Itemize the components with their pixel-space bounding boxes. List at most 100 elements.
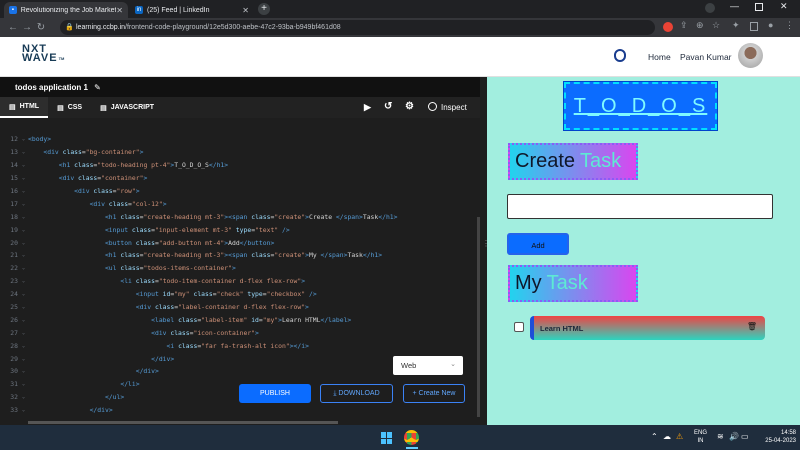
bookmark-star-icon[interactable]: ☆ bbox=[712, 20, 720, 31]
code-line[interactable]: 17 ⌄ <div class="col-12"> bbox=[0, 197, 470, 210]
tab-search-icon[interactable] bbox=[705, 3, 715, 13]
minimize-icon[interactable]: — bbox=[730, 1, 739, 11]
code-line[interactable]: 31 ⌄ </li> bbox=[0, 378, 470, 391]
code-line[interactable]: 28 ⌄ <i class="far fa-trash-alt icon"></i… bbox=[0, 339, 470, 352]
address-bar[interactable]: 🔒 learning.ccbp.in/frontend-code-playgro… bbox=[60, 20, 655, 35]
code-line[interactable]: 24 ⌄ <input id="my" class="check" type="c… bbox=[0, 288, 470, 301]
back-icon[interactable]: ← bbox=[6, 22, 20, 33]
line-number: 25 bbox=[10, 303, 18, 312]
warning-icon[interactable]: ⚠ bbox=[676, 432, 683, 441]
share-icon[interactable]: ⇪ bbox=[680, 20, 688, 31]
site-favicon-icon: ▪ bbox=[9, 6, 17, 14]
browser-tab-1[interactable]: ▪ Revolutionizing the Job Market | ✕ bbox=[4, 2, 128, 18]
timer-icon[interactable] bbox=[614, 49, 626, 62]
battery-icon[interactable]: ▭ bbox=[741, 432, 749, 441]
code-text: <input id="my" class="check" type="check… bbox=[135, 290, 317, 299]
create-new-button[interactable]: + Create New bbox=[403, 384, 465, 403]
code-line[interactable]: 14 ⌄ <h1 class="todo-heading pt-4">T_O_D_… bbox=[0, 159, 470, 172]
google-icon[interactable] bbox=[663, 22, 673, 32]
code-line[interactable]: 13 ⌄ <div class="bg-container"> bbox=[0, 146, 470, 159]
cloud-icon[interactable]: ☁ bbox=[663, 432, 671, 441]
line-number: 24 bbox=[10, 290, 18, 299]
project-title: todos application 1 bbox=[15, 83, 88, 92]
chevron-up-icon[interactable]: ⌃ bbox=[651, 432, 658, 441]
code-line[interactable]: 27 ⌄ <div class="icon-container"> bbox=[0, 326, 470, 339]
code-line[interactable]: 21 ⌄ <h1 class="create-heading mt-3"><spa… bbox=[0, 249, 470, 262]
avatar[interactable] bbox=[738, 43, 763, 68]
forward-icon[interactable]: → bbox=[20, 22, 34, 33]
line-number: 23 bbox=[10, 277, 18, 286]
todo-checkbox[interactable] bbox=[514, 322, 524, 332]
horizontal-scrollbar[interactable] bbox=[28, 421, 338, 424]
todo-heading-box: T_O_D_O_S bbox=[563, 81, 718, 131]
code-line[interactable]: 25 ⌄ <div class="label-container d-flex f… bbox=[0, 301, 470, 314]
clock[interactable]: 14:58 25-04-2023 bbox=[756, 429, 796, 445]
sidepanel-icon[interactable] bbox=[750, 22, 758, 31]
download-icon: ⤓ bbox=[333, 390, 337, 397]
volume-icon[interactable]: 🔊 bbox=[729, 432, 739, 441]
user-name[interactable]: Pavan Kumar bbox=[680, 52, 732, 62]
code-line[interactable]: 33 ⌄ </div> bbox=[0, 404, 470, 417]
url-path: /frontend-code-playground/12e5d300-aebe-… bbox=[125, 24, 341, 31]
trash-icon[interactable]: 🗑 bbox=[747, 322, 757, 331]
browser-tab-title: (25) Feed | LinkedIn bbox=[147, 6, 210, 14]
new-tab-button[interactable]: + bbox=[258, 3, 270, 15]
nxtwave-logo[interactable]: NXT WAVE TM bbox=[22, 44, 64, 64]
code-line[interactable]: 20 ⌄ <button class="add-button mt-4">Add<… bbox=[0, 236, 470, 249]
extensions-icon[interactable]: ✦ bbox=[732, 20, 740, 31]
tab-label: CSS bbox=[67, 104, 83, 111]
code-line[interactable]: 12 ⌄ <body> bbox=[0, 133, 470, 146]
publish-button[interactable]: PUBLISH bbox=[239, 384, 311, 403]
panel-splitter[interactable]: ⋮ bbox=[480, 77, 490, 425]
language-select-value: Web bbox=[401, 361, 417, 370]
settings-gear-icon[interactable]: ⚙ bbox=[405, 101, 414, 112]
run-play-icon[interactable]: ▶ bbox=[364, 102, 371, 113]
reset-icon[interactable]: ↺ bbox=[384, 101, 392, 112]
region-code: IN bbox=[697, 438, 704, 444]
language-select[interactable]: Web ⌄ bbox=[393, 356, 463, 375]
maximize-icon[interactable] bbox=[755, 3, 763, 11]
browser-tab-2[interactable]: in (25) Feed | LinkedIn ✕ bbox=[130, 2, 254, 18]
download-button[interactable]: ⤓ DOWNLOAD bbox=[320, 384, 393, 403]
reload-icon[interactable]: ↻ bbox=[34, 22, 48, 33]
code-text: <li class="todo-item-container d-flex fl… bbox=[120, 277, 306, 286]
close-icon[interactable]: ✕ bbox=[242, 6, 249, 15]
language-indicator[interactable]: ENG IN bbox=[694, 429, 707, 445]
chrome-taskbar-icon[interactable] bbox=[404, 430, 419, 445]
close-icon[interactable]: ✕ bbox=[116, 6, 123, 15]
code-text: <div class="bg-container"> bbox=[43, 148, 144, 157]
windows-start-icon[interactable] bbox=[381, 432, 393, 444]
tab-label: HTML bbox=[19, 103, 40, 110]
code-text: <i class="far fa-trash-alt icon"></i> bbox=[166, 341, 309, 350]
code-line[interactable]: 15 ⌄ <div class="container"> bbox=[0, 172, 470, 185]
tab-javascript[interactable]: ▤ JAVASCRIPT bbox=[91, 97, 163, 118]
zoom-icon[interactable]: ⊕ bbox=[696, 20, 704, 31]
code-line[interactable]: 26 ⌄ <label class="label-item" id="my">Le… bbox=[0, 313, 470, 326]
code-text: <div class="col-12"> bbox=[89, 199, 167, 208]
tab-css[interactable]: ▤ CSS bbox=[48, 97, 91, 118]
line-number: 22 bbox=[10, 264, 18, 273]
edit-pencil-icon[interactable]: ✎ bbox=[94, 83, 101, 92]
line-number: 30 bbox=[10, 367, 18, 376]
browser-tab-title: Revolutionizing the Job Market | bbox=[20, 6, 117, 14]
tab-html[interactable]: ▤ HTML bbox=[0, 97, 49, 118]
inspect-toggle-icon[interactable] bbox=[428, 102, 437, 111]
code-line[interactable]: 16 ⌄ <div class="row"> bbox=[0, 185, 470, 198]
nav-home[interactable]: Home bbox=[648, 52, 671, 62]
line-number: 17 bbox=[10, 199, 18, 208]
wifi-icon[interactable]: ≋ bbox=[717, 432, 724, 441]
profile-icon[interactable]: ● bbox=[768, 20, 773, 30]
language-code: ENG bbox=[694, 430, 708, 436]
task-input[interactable] bbox=[507, 194, 773, 219]
my-word: My bbox=[515, 272, 542, 294]
plus-icon: + bbox=[412, 390, 417, 397]
window-close-icon[interactable]: ✕ bbox=[780, 1, 788, 12]
code-line[interactable]: 23 ⌄ <li class="todo-item-container d-fle… bbox=[0, 275, 470, 288]
add-button[interactable]: Add bbox=[507, 233, 569, 255]
code-line[interactable]: 22 ⌄ <ul class="todos-items-container"> bbox=[0, 262, 470, 275]
task-word: Task bbox=[580, 150, 622, 172]
menu-icon[interactable]: ⋮ bbox=[785, 20, 794, 31]
code-line[interactable]: 18 ⌄ <h1 class="create-heading mt-3"><spa… bbox=[0, 210, 470, 223]
code-line[interactable]: 32 ⌄ </ul> bbox=[0, 391, 470, 404]
code-line[interactable]: 19 ⌄ <input class="input-element mt-3" ty… bbox=[0, 223, 470, 236]
